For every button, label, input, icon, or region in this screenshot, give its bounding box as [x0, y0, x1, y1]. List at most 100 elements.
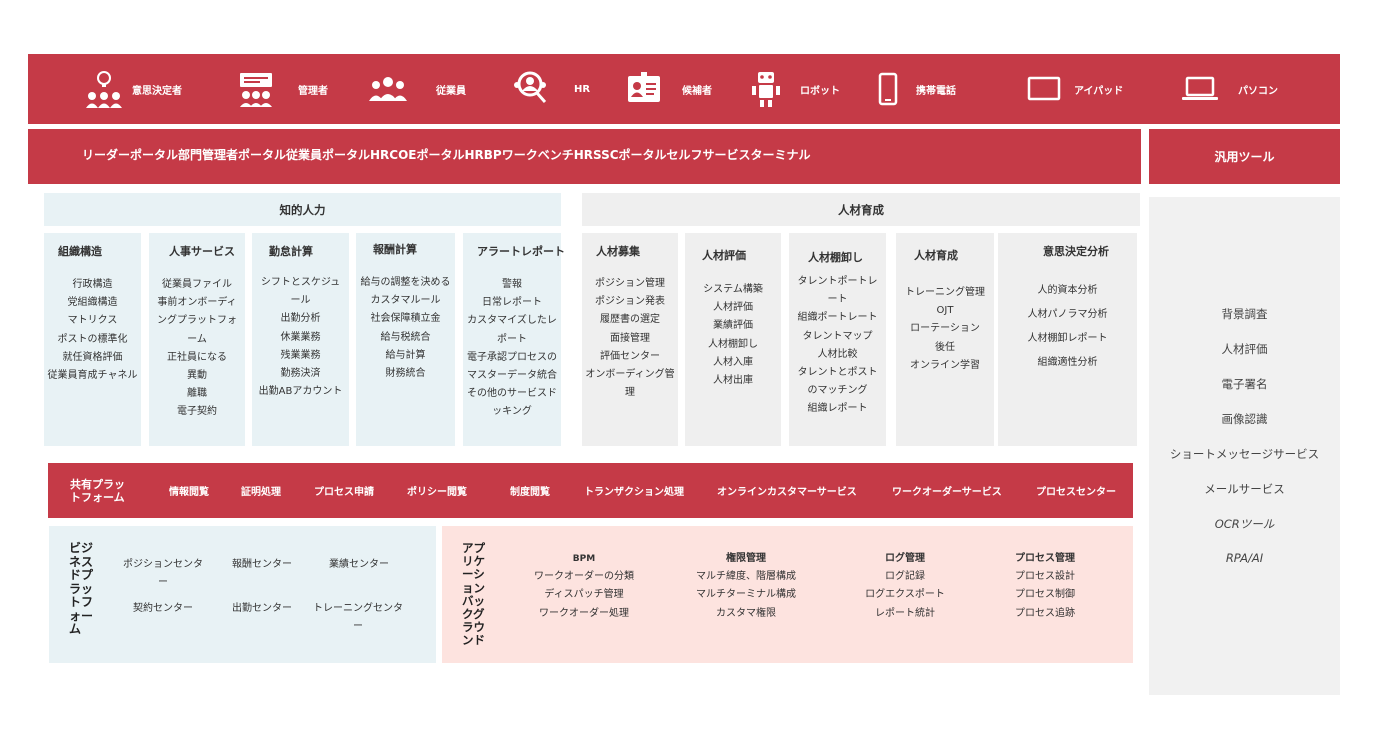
module-talent-inventory[interactable]: 人材棚卸し タレントポートレ ート 組織ポートレート タレントマップ 人材比較 … — [789, 233, 886, 446]
module-item: ローテーション — [910, 323, 980, 335]
app-group-bpm[interactable]: BPM ワークオーダーの分類 ディスパッチ管理 ワークオーダー処理 — [524, 550, 644, 623]
module-alert-report[interactable]: アラートレポート 警報 日常レポート カスタマイズしたレ ポート 電子承認プロセ… — [463, 233, 565, 446]
tool-item[interactable]: 人材評価 — [1149, 341, 1340, 357]
module-title: 人材評価 — [702, 249, 746, 262]
user-manager[interactable]: 管理者 — [236, 54, 328, 124]
tool-item[interactable]: OCRツール — [1149, 516, 1340, 532]
module-item: 従業員育成チャネル — [47, 370, 138, 382]
user-hr[interactable]: HR — [510, 54, 590, 124]
shared-item[interactable]: 証明処理 — [241, 483, 281, 498]
business-item[interactable]: 業績センター — [317, 556, 401, 574]
module-title: 組織構造 — [58, 245, 102, 258]
module-payroll[interactable]: 報酬計算 給与の調整を決める カスタマルール 社会保障積立金 給与税統合 給与計… — [356, 233, 455, 446]
module-item: 異動 — [187, 370, 207, 382]
module-item: 評価センター — [600, 350, 660, 362]
module-item: オンライン学習 — [910, 359, 980, 371]
module-items: システム構築 人材評価 業績評価 人材棚卸し 人材入庫 人材出庫 — [685, 281, 781, 390]
tool-item[interactable]: ショートメッセージサービス — [1149, 446, 1340, 462]
business-item[interactable]: 契約センター — [123, 600, 203, 618]
module-organization-structure[interactable]: 組織構造 行政構造 党組織構造 マトリクス ポストの標準化 就任資格評価 従業員… — [44, 233, 141, 446]
user-employees[interactable]: 従業員 — [368, 54, 466, 124]
module-item: 人材パノラマ分析 — [1027, 309, 1108, 320]
user-label: HR — [574, 83, 591, 95]
user-tablet[interactable]: アイパッド — [1024, 54, 1123, 124]
module-items: 警報 日常レポート カスタマイズしたレ ポート 電子承認プロセスの マスターデー… — [463, 276, 561, 422]
module-item: ーム — [187, 333, 207, 345]
module-item: 人的資本分析 — [1037, 285, 1098, 296]
module-item: 事前オンボーディ — [157, 297, 237, 309]
module-item: 履歴書の選定 — [600, 314, 660, 326]
portal-bar: リーダーポータル部門管理者ポータル従業員ポータルHRCOEポータルHRBPワーク… — [28, 129, 1141, 184]
module-decision-analysis[interactable]: 意思決定分析 人的資本分析 人材パノラマ分析 人材棚卸レポート 組織適性分析 — [998, 233, 1137, 446]
shared-item[interactable]: 情報閲覧 — [169, 483, 209, 498]
shared-item[interactable]: 制度閲覧 — [510, 483, 550, 498]
module-items: タレントポートレ ート 組織ポートレート タレントマップ 人材比較 タレントとポ… — [789, 273, 886, 419]
module-hr-services[interactable]: 人事サービス 従業員ファイル 事前オンボーディ ングプラットフォ ーム 正社員に… — [149, 233, 245, 446]
module-title: 報酬計算 — [373, 243, 417, 256]
module-item: 組織適性分析 — [1037, 357, 1098, 368]
general-tools-panel: 背景調査 人材評価 電子署名 画像認識 ショートメッセージサービス メールサービ… — [1149, 197, 1340, 695]
decision-maker-icon — [84, 69, 124, 109]
module-talent-evaluation[interactable]: 人材評価 システム構築 人材評価 業績評価 人材棚卸し 人材入庫 人材出庫 — [685, 233, 781, 446]
user-laptop[interactable]: パソコン — [1180, 54, 1278, 124]
module-item: ッキング — [492, 406, 532, 418]
business-item[interactable]: 出勤センター — [222, 600, 302, 618]
module-item: マスターデータ統合 — [467, 370, 557, 382]
module-recruitment[interactable]: 人材募集 ポジション管理 ポジション発表 履歴書の選定 面接管理 評価センター … — [582, 233, 678, 446]
tool-item[interactable]: 画像認識 — [1149, 411, 1340, 427]
business-item[interactable]: ポジションセンター — [119, 556, 207, 592]
module-item: 組織レポート — [807, 403, 868, 415]
app-group-item: ワークオーダーの分類 — [534, 571, 634, 583]
app-group-process[interactable]: プロセス管理 プロセス設計 プロセス制御 プロセス追跡 — [1000, 550, 1090, 623]
module-item: 従業員ファイル — [162, 279, 232, 290]
module-item: ポジション発表 — [595, 296, 665, 308]
business-platform: ビジネスドプラットフォーム ポジションセンター 報酬センター 業績センター 契約… — [49, 526, 436, 663]
hr-icon — [510, 69, 550, 109]
user-candidate[interactable]: 候補者 — [624, 54, 712, 124]
user-decision-maker[interactable]: 意思決定者 — [84, 54, 182, 124]
module-item: 人材評価 — [713, 302, 753, 314]
shared-item[interactable]: ワークオーダーサービス — [892, 483, 1002, 498]
general-tools-header: 汎用ツール — [1149, 129, 1340, 184]
tool-item[interactable]: 背景調査 — [1149, 306, 1340, 322]
user-robot[interactable]: ロボット — [746, 54, 840, 124]
shared-item[interactable]: プロセス申請 — [314, 483, 374, 498]
module-item: 後任 — [935, 341, 955, 353]
module-item: 勤務決済 — [280, 368, 321, 380]
tool-item[interactable]: 電子署名 — [1149, 376, 1340, 392]
module-item: 人材出庫 — [713, 375, 753, 387]
module-item: ポート — [497, 333, 527, 345]
tool-item[interactable]: RPA/AI — [1149, 551, 1340, 565]
module-item: カスタマルール — [370, 295, 441, 307]
business-item[interactable]: トレーニングセンター — [313, 600, 403, 636]
shared-item[interactable]: ポリシー閲覧 — [407, 483, 467, 498]
shared-item[interactable]: プロセスセンター — [1036, 483, 1116, 498]
module-attendance[interactable]: 勤怠計算 シフトとスケジュ ール 出勤分析 休業業務 残業業務 勤務決済 出勤A… — [252, 233, 349, 446]
module-item: ポジション管理 — [595, 278, 665, 289]
user-label: 携帯電話 — [916, 85, 956, 97]
app-group-permissions[interactable]: 権限管理 マルチ緯度、階層構成 マルチターミナル構成 カスタマ権限 — [682, 550, 810, 623]
intellectual-capital-header: 知的人力 — [44, 193, 561, 226]
business-item[interactable]: 報酬センター — [222, 556, 302, 574]
user-mobile-phone[interactable]: 携帯電話 — [868, 54, 956, 124]
shared-item[interactable]: トランザクション処理 — [584, 483, 684, 498]
application-background-title: アプリケーションバックグラウンド — [462, 541, 485, 648]
module-item: トレーニング管理 — [905, 287, 985, 298]
app-group-logs[interactable]: ログ管理 ログ記録 ログエクスポート レポート統計 — [850, 550, 960, 623]
module-title: 人材募集 — [596, 245, 640, 258]
module-title: アラートレポート — [477, 245, 565, 258]
app-group-title: 権限管理 — [726, 553, 766, 564]
app-group-item: プロセス制御 — [1015, 589, 1075, 601]
module-item: 離職 — [187, 388, 207, 400]
app-group-item: ログエクスポート — [865, 589, 945, 601]
module-items: シフトとスケジュ ール 出勤分析 休業業務 残業業務 勤務決済 出勤ABアカウン… — [252, 274, 349, 401]
tool-item[interactable]: メールサービス — [1149, 481, 1340, 497]
module-title: 人事サービス — [169, 245, 235, 258]
app-group-item: レポート統計 — [875, 607, 935, 619]
app-group-item: ワークオーダー処理 — [539, 607, 629, 619]
module-item: システム構築 — [703, 284, 763, 295]
module-talent-training[interactable]: 人材育成 トレーニング管理 OJT ローテーション 後任 オンライン学習 — [896, 233, 994, 446]
module-item: 残業業務 — [280, 349, 321, 361]
mobile-phone-icon — [868, 69, 908, 109]
shared-item[interactable]: オンラインカスタマーサービス — [717, 483, 857, 498]
